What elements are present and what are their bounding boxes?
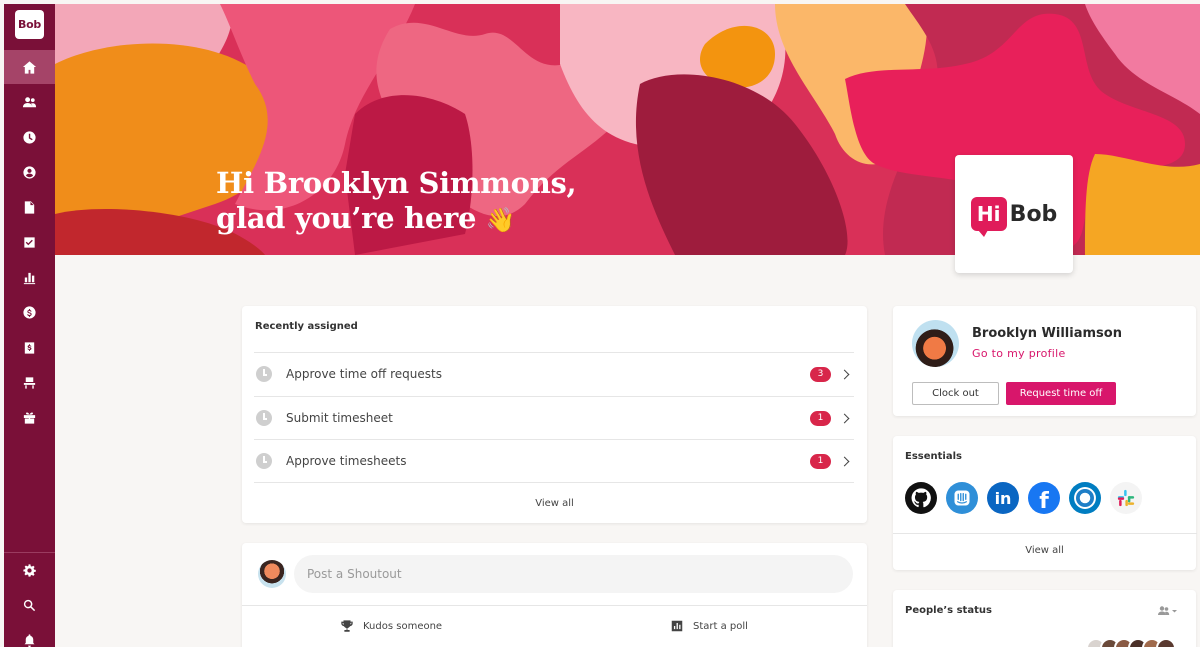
task-label: Submit timesheet xyxy=(286,411,393,425)
company-logo-card: Hi Bob xyxy=(955,155,1073,273)
documents-icon[interactable] xyxy=(4,190,55,224)
task-list-divider xyxy=(254,482,854,483)
greeting-line-2: glad you’re here 👋 xyxy=(216,201,576,238)
notifications-icon[interactable] xyxy=(4,623,55,647)
sidebar: Bob xyxy=(4,4,55,647)
task-count-badge: 3 xyxy=(810,366,831,382)
perks-icon[interactable] xyxy=(4,400,55,434)
chevron-right-icon xyxy=(839,456,850,466)
shoutout-card: Kudos someone Start a poll xyxy=(242,543,867,647)
chevron-right-icon xyxy=(839,369,850,379)
slack-icon[interactable] xyxy=(1110,482,1142,514)
shoutout-divider xyxy=(242,605,867,606)
clock-icon xyxy=(256,410,272,426)
chevron-right-icon xyxy=(839,413,850,423)
task-count-badge: 1 xyxy=(810,453,831,469)
clock-out-button[interactable]: Clock out xyxy=(912,382,999,405)
workspace-icon[interactable] xyxy=(4,365,55,399)
search-icon[interactable] xyxy=(4,588,55,622)
essentials-divider xyxy=(893,533,1197,534)
intercom-icon[interactable] xyxy=(946,482,978,514)
task-label: Approve time off requests xyxy=(286,367,442,381)
wave-emoji: 👋 xyxy=(485,206,516,234)
bob-logo[interactable]: Bob xyxy=(15,10,44,39)
peoples-status-title: People’s status xyxy=(905,605,992,616)
task-row[interactable]: Submit timesheet 1 xyxy=(254,396,854,439)
analytics-icon[interactable] xyxy=(4,260,55,294)
request-time-off-button[interactable]: Request time off xyxy=(1006,382,1116,405)
clock-icon xyxy=(256,453,272,469)
home-icon[interactable] xyxy=(4,50,55,84)
people-avatars xyxy=(1086,638,1186,647)
clock-icon xyxy=(256,366,272,382)
poll-label: Start a poll xyxy=(693,620,748,632)
essentials-title: Essentials xyxy=(905,451,962,462)
greeting-line-1: Hi Brooklyn Simmons, xyxy=(216,166,577,200)
recently-assigned-title: Recently assigned xyxy=(255,321,358,332)
view-all-apps-link[interactable]: View all xyxy=(893,545,1196,556)
profile-icon[interactable] xyxy=(4,155,55,189)
go-to-profile-link[interactable]: Go to my profile xyxy=(972,347,1066,360)
kudos-someone-button[interactable]: Kudos someone xyxy=(340,619,442,633)
payroll-icon[interactable] xyxy=(4,295,55,329)
people-icon[interactable] xyxy=(4,85,55,119)
recently-assigned-card: Recently assigned Approve time off reque… xyxy=(242,306,867,523)
okta-icon[interactable] xyxy=(1069,482,1101,514)
post-shoutout-input[interactable] xyxy=(294,555,853,593)
essentials-card: Essentials in f View all xyxy=(893,436,1197,570)
people-filter-icon[interactable] xyxy=(1155,605,1179,620)
greeting-line-2-text: glad you’re here xyxy=(216,201,477,235)
start-poll-button[interactable]: Start a poll xyxy=(670,619,748,633)
facebook-icon[interactable]: f xyxy=(1028,482,1060,514)
trophy-icon xyxy=(341,620,353,632)
logo-hi: Hi xyxy=(970,197,1007,237)
peoples-status-card: People’s status xyxy=(893,590,1196,647)
settings-icon[interactable] xyxy=(4,553,55,587)
profile-name: Brooklyn Williamson xyxy=(972,326,1122,341)
avatar[interactable] xyxy=(1156,638,1176,647)
linkedin-icon[interactable]: in xyxy=(987,482,1019,514)
compensation-icon[interactable] xyxy=(4,330,55,364)
linkedin-glyph: in xyxy=(994,488,1012,508)
avatar[interactable] xyxy=(912,320,959,367)
logo-bob: Bob xyxy=(1009,201,1058,227)
kudos-label: Kudos someone xyxy=(363,620,443,632)
view-all-tasks-link[interactable]: View all xyxy=(242,498,867,509)
profile-card: Brooklyn Williamson Go to my profile Clo… xyxy=(893,306,1196,416)
time-icon[interactable] xyxy=(4,120,55,154)
poll-icon xyxy=(671,620,683,632)
task-count-badge: 1 xyxy=(810,410,831,426)
facebook-glyph: f xyxy=(1039,489,1049,514)
task-label: Approve timesheets xyxy=(286,454,407,468)
tasks-icon[interactable] xyxy=(4,225,55,259)
avatar xyxy=(258,560,286,588)
task-row[interactable]: Approve time off requests 3 xyxy=(254,352,854,395)
github-icon[interactable] xyxy=(905,482,937,514)
task-row[interactable]: Approve timesheets 1 xyxy=(254,439,854,482)
greeting-heading: Hi Brooklyn Simmons, glad you’re here 👋 xyxy=(216,166,577,238)
